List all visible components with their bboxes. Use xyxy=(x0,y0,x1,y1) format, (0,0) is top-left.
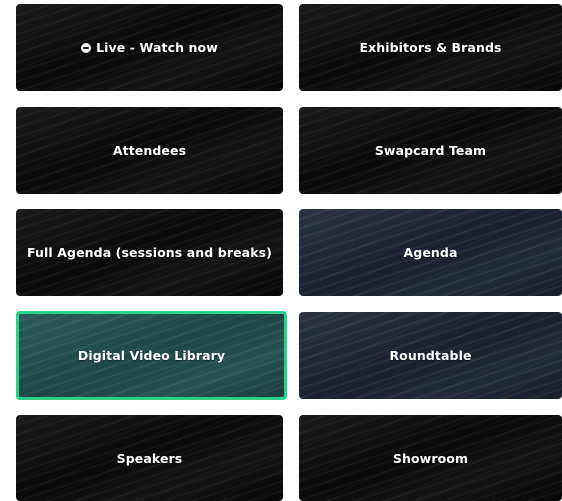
tile-label: Speakers xyxy=(116,450,183,466)
tile-live-watch-now[interactable]: Live - Watch now xyxy=(16,4,283,91)
tile-full-agenda[interactable]: Full Agenda (sessions and breaks) xyxy=(16,209,283,296)
tile-label: Attendees xyxy=(112,143,187,158)
tile-digital-video-library[interactable]: Digital Video Library xyxy=(16,311,287,400)
tile-agenda[interactable]: Agenda xyxy=(299,209,562,296)
tile-label: Showroom xyxy=(392,450,469,466)
tile-label: Full Agenda (sessions and breaks) xyxy=(27,245,272,260)
tile-exhibitors-brands[interactable]: Exhibitors & Brands xyxy=(299,4,562,91)
tile-label: Swapcard Team xyxy=(374,143,487,158)
tile-attendees[interactable]: Attendees xyxy=(16,107,283,194)
tile-label-wrapper: Live - Watch now xyxy=(75,40,224,55)
tile-speakers[interactable]: Speakers xyxy=(16,415,283,501)
tile-label: Digital Video Library xyxy=(77,348,226,363)
live-icon xyxy=(81,42,92,53)
tile-label: Exhibitors & Brands xyxy=(359,40,502,55)
tile-label: Roundtable xyxy=(389,348,472,363)
tile-showroom[interactable]: Showroom xyxy=(299,415,562,501)
tile-swapcard-team[interactable]: Swapcard Team xyxy=(299,107,562,194)
tile-roundtable[interactable]: Roundtable xyxy=(299,312,562,399)
tile-label: Agenda xyxy=(403,245,458,260)
tile-label: Live - Watch now xyxy=(96,40,218,55)
